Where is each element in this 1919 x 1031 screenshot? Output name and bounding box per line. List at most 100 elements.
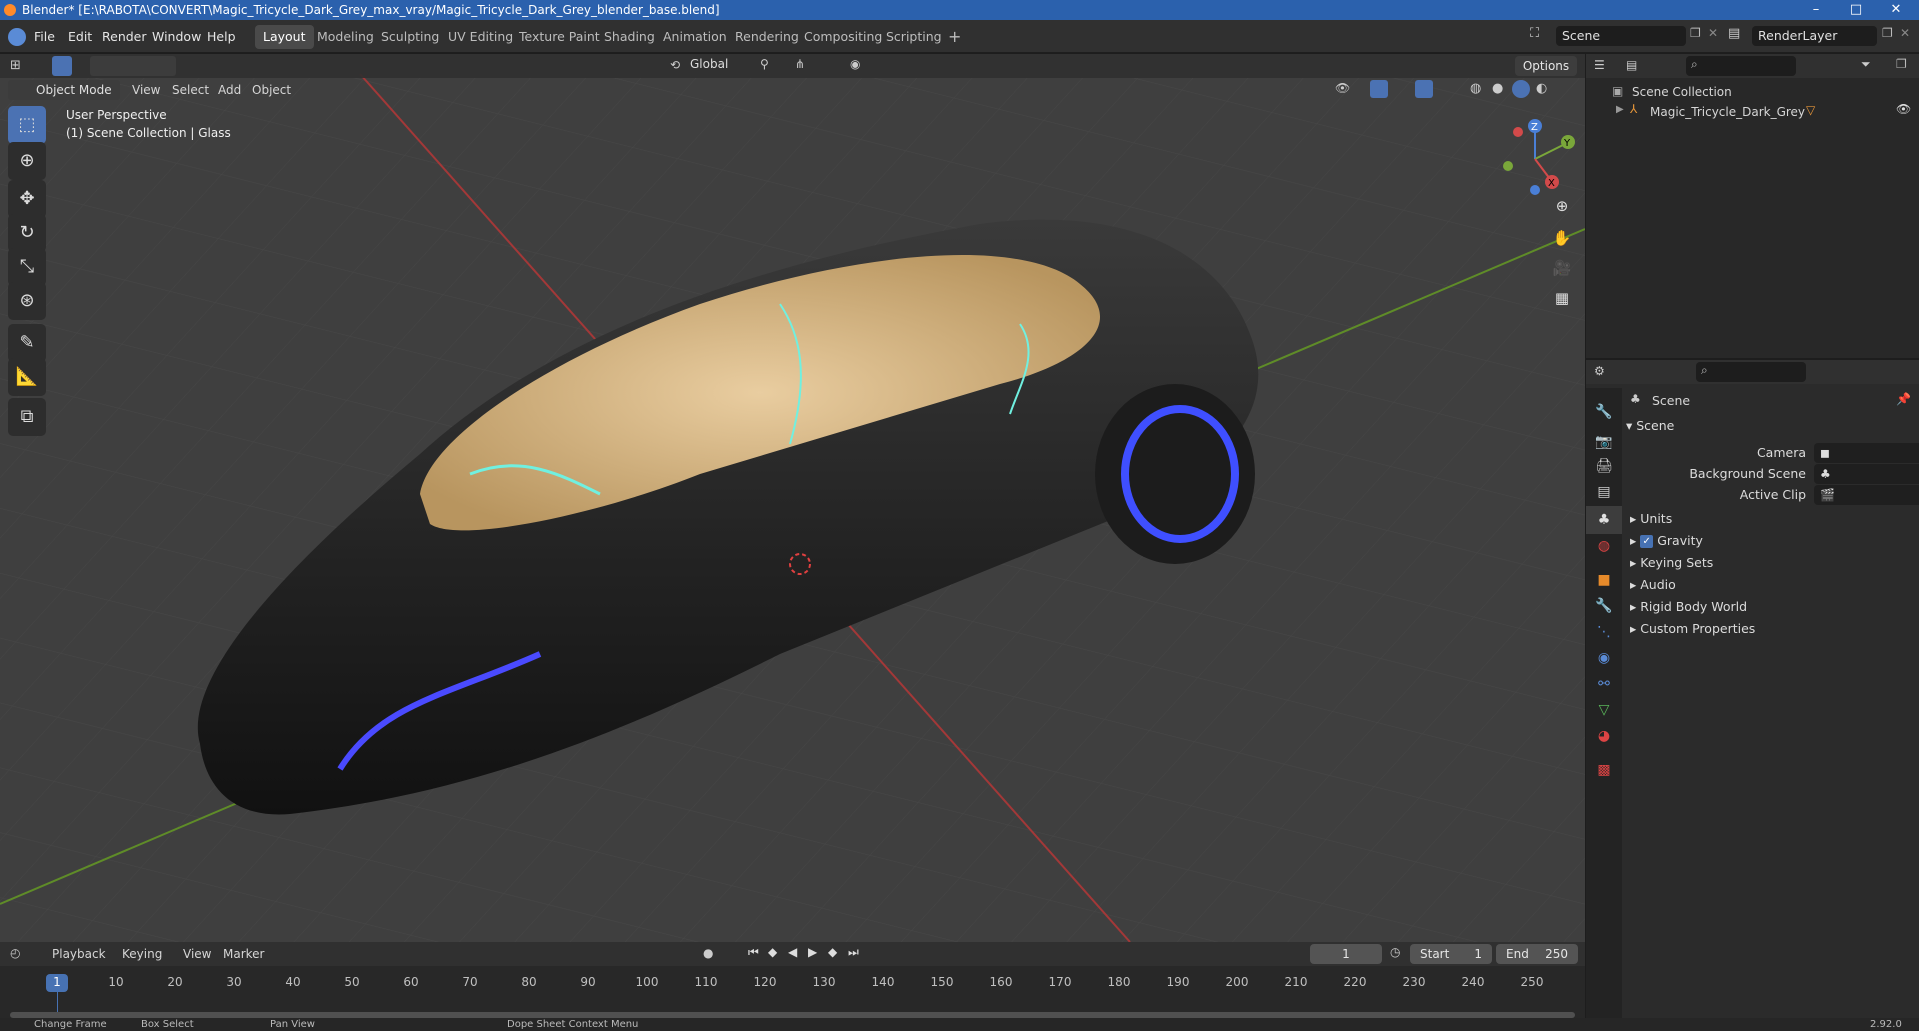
camera-view-icon[interactable]: 🎥 (1548, 254, 1576, 282)
menu-object[interactable]: Object (252, 83, 291, 97)
filter-icon[interactable]: ⏷ (1861, 57, 1871, 72)
object-tab-icon[interactable]: ■ (1586, 566, 1622, 594)
new-renderlayer-icon[interactable]: ❐ (1882, 26, 1893, 40)
tool-annotate[interactable]: ✎ (8, 324, 46, 362)
properties-editor-icon[interactable]: ⚙ (1594, 364, 1605, 378)
delete-scene-icon[interactable]: ✕ (1708, 26, 1718, 40)
modifier-tab-icon[interactable]: 🔧 (1586, 592, 1622, 620)
select-box-icon[interactable] (52, 56, 72, 76)
shading-wireframe-icon[interactable]: ◍ (1470, 81, 1481, 96)
tab-texture-paint[interactable]: Texture Paint (511, 25, 608, 49)
mode-dropdown[interactable]: Object Mode (8, 80, 120, 100)
outliner-item[interactable]: Magic_Tricycle_Dark_Grey (1650, 105, 1805, 119)
tool-transform[interactable]: ⊛ (8, 282, 46, 320)
tab-animation[interactable]: Animation (655, 25, 735, 49)
proportional-edit-icon[interactable]: ◉ (850, 57, 860, 71)
shading-material-icon[interactable] (1512, 80, 1530, 98)
timeline-editor-icon[interactable]: ◴ (10, 946, 20, 960)
properties-search-input[interactable] (1696, 362, 1806, 382)
menu-file[interactable]: File (34, 20, 55, 53)
pan-hand-icon[interactable]: ✋ (1548, 224, 1576, 252)
transform-orientation-dropdown[interactable]: Global (690, 57, 728, 71)
tool-measure[interactable]: 📐 (8, 358, 46, 396)
menu-playback[interactable]: Playback (52, 947, 106, 961)
start-frame-field[interactable]: Start 1 (1410, 944, 1492, 964)
scene-panel-header[interactable]: ▾ Scene (1626, 418, 1674, 433)
tab-uv-editing[interactable]: UV Editing (440, 25, 521, 49)
tab-sculpting[interactable]: Sculpting (373, 25, 447, 49)
outliner-editor-icon[interactable]: ☰ (1594, 58, 1605, 72)
prev-keyframe-icon[interactable]: ◆ (768, 945, 777, 959)
tab-modeling[interactable]: Modeling (309, 25, 382, 49)
perspective-grid-icon[interactable]: ▦ (1548, 284, 1576, 312)
material-tab-icon[interactable]: ◕ (1586, 722, 1622, 750)
tool-add-cube[interactable]: ⧉ (8, 398, 46, 436)
tool-tab-icon[interactable]: 🔧 (1586, 398, 1622, 426)
pin-icon[interactable]: 📌 (1896, 392, 1911, 406)
menu-window[interactable]: Window (152, 20, 201, 53)
expand-arrow-icon[interactable]: ▶ (1616, 104, 1624, 115)
play-reverse-icon[interactable]: ◀ (788, 945, 797, 959)
jump-end-icon[interactable]: ⏭ (848, 945, 859, 960)
scene-name-field[interactable]: Scene (1556, 26, 1686, 46)
tool-rotate[interactable]: ↻ (8, 214, 46, 252)
menu-timeline-view[interactable]: View (183, 947, 211, 961)
menu-edit[interactable]: Edit (68, 20, 92, 53)
maximize-button[interactable]: □ (1836, 0, 1876, 20)
tab-layout[interactable]: Layout (255, 25, 314, 49)
eye-visibility-icon[interactable]: 👁 (1896, 102, 1911, 116)
data-tab-icon[interactable]: ▽ (1586, 696, 1622, 724)
display-mode-icon[interactable]: ▤ (1626, 58, 1637, 72)
rigid-body-world-panel[interactable]: ▸ Rigid Body World (1630, 596, 1747, 618)
custom-properties-panel[interactable]: ▸ Custom Properties (1630, 618, 1755, 640)
tool-cursor[interactable]: ⊕ (8, 142, 46, 180)
units-panel[interactable]: ▸ Units (1630, 508, 1672, 530)
world-tab-icon[interactable]: ◍ (1586, 532, 1622, 560)
zoom-icon[interactable]: ⊕ (1548, 192, 1576, 220)
keying-sets-panel[interactable]: ▸ Keying Sets (1630, 552, 1713, 574)
magnet-icon[interactable]: ⋔ (795, 57, 805, 71)
menu-keying[interactable]: Keying (122, 947, 162, 961)
snap-icon[interactable]: ⚲ (760, 57, 769, 71)
shading-rendered-icon[interactable]: ◐ (1536, 81, 1547, 96)
shading-solid-icon[interactable]: ● (1492, 81, 1503, 96)
active-clip-field[interactable]: 🎬 (1814, 485, 1919, 505)
current-frame-field[interactable]: 1 (1310, 944, 1382, 964)
overlay-toggle-icon[interactable] (1415, 80, 1433, 98)
renderlayer-name-field[interactable]: RenderLayer (1752, 26, 1877, 46)
gizmo-toggle-icon[interactable] (1370, 80, 1388, 98)
audio-panel[interactable]: ▸ Audio (1630, 574, 1676, 596)
options-dropdown[interactable]: Options (1515, 56, 1577, 76)
add-workspace-button[interactable]: + (940, 25, 969, 49)
visibility-icon[interactable]: 👁 (1335, 81, 1350, 95)
clock-icon[interactable]: ◷ (1390, 945, 1400, 959)
scene-collection-label[interactable]: Scene Collection (1632, 85, 1732, 99)
tab-rendering[interactable]: Rendering (727, 25, 807, 49)
next-keyframe-icon[interactable]: ◆ (828, 945, 837, 959)
blender-menu-icon[interactable] (8, 28, 26, 46)
renderlayer-browse-icon[interactable]: ▤ (1728, 26, 1740, 41)
menu-add[interactable]: Add (218, 83, 241, 97)
delete-renderlayer-icon[interactable]: ✕ (1900, 26, 1910, 40)
new-scene-icon[interactable]: ❐ (1690, 26, 1701, 40)
menu-render[interactable]: Render (102, 20, 147, 53)
gravity-panel[interactable]: ▸ ✓ Gravity (1630, 530, 1703, 552)
record-icon[interactable]: ● (703, 946, 713, 960)
menu-select[interactable]: Select (172, 83, 209, 97)
jump-start-icon[interactable]: ⏮ (748, 945, 759, 960)
selection-mode-buttons[interactable] (90, 56, 176, 76)
menu-marker[interactable]: Marker (223, 947, 264, 961)
view-layer-tab-icon[interactable]: ▤ (1586, 478, 1622, 506)
tool-scale[interactable]: ⤡ (8, 248, 46, 286)
play-icon[interactable]: ▶ (808, 945, 817, 959)
tab-compositing[interactable]: Compositing (796, 25, 890, 49)
tab-shading[interactable]: Shading (596, 25, 663, 49)
transform-pivot-icon[interactable]: ⟲ (670, 58, 680, 72)
end-frame-field[interactable]: End 250 (1496, 944, 1578, 964)
new-collection-icon[interactable]: ❐ (1896, 57, 1907, 71)
constraints-tab-icon[interactable]: ⚯ (1586, 670, 1622, 698)
background-scene-field[interactable]: ♣ (1814, 464, 1919, 484)
tool-move[interactable]: ✥ (8, 180, 46, 218)
tool-select-box[interactable]: ⬚ (8, 106, 46, 144)
camera-field[interactable]: ◼✒ (1814, 443, 1919, 463)
